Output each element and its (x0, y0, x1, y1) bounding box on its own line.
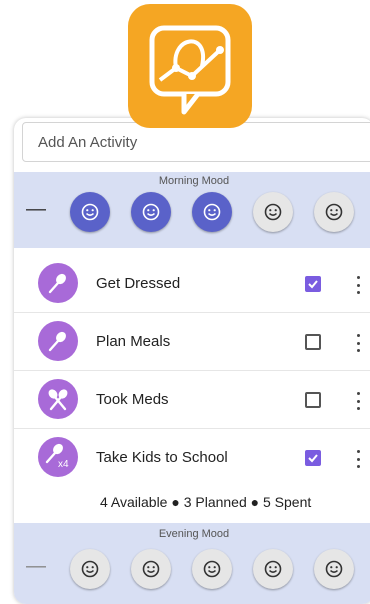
smiley-icon (142, 560, 160, 578)
activity-label: Get Dressed (96, 275, 181, 292)
activity-checkbox[interactable] (305, 450, 321, 466)
checkmark-icon (308, 454, 318, 463)
morning-mood-face-1[interactable] (70, 192, 110, 232)
morning-mood-collapse-button[interactable]: — (26, 198, 46, 221)
spoon-icon (48, 331, 66, 352)
evening-mood-title: Evening Mood (158, 528, 230, 540)
activity-summary: 4 Available ● 3 Planned ● 5 Spent (100, 494, 312, 510)
chart-speech-bubble-logo-icon (149, 25, 231, 115)
activity-icon-badge (38, 263, 78, 303)
activity-row-plan-meals[interactable]: Plan Meals (14, 313, 370, 371)
more-options-icon[interactable] (357, 450, 361, 468)
smiley-icon (81, 203, 99, 221)
smiley-icon (203, 560, 221, 578)
evening-mood-face-4[interactable] (253, 549, 293, 589)
smiley-icon (81, 560, 99, 578)
add-activity-input[interactable] (22, 122, 370, 162)
activity-icon-badge (38, 321, 78, 361)
smiley-icon (325, 560, 343, 578)
activity-row-get-dressed[interactable]: Get Dressed (14, 255, 370, 313)
smiley-icon (203, 203, 221, 221)
smiley-icon (325, 203, 343, 221)
evening-mood-face-2[interactable] (131, 549, 171, 589)
activity-multiplier-badge: x4 (58, 459, 69, 470)
activity-icon-badge (38, 379, 78, 419)
more-options-icon[interactable] (357, 276, 361, 294)
more-options-icon[interactable] (357, 334, 361, 352)
evening-mood-face-1[interactable] (70, 549, 110, 589)
activity-label: Plan Meals (96, 333, 171, 350)
activity-checkbox[interactable] (305, 276, 321, 292)
smiley-icon (264, 560, 282, 578)
crossed-spoons-icon (48, 389, 68, 411)
activity-card: Morning Mood — Get Dressed Plan Meals To… (14, 118, 370, 604)
smiley-icon (264, 203, 282, 221)
evening-mood-collapse-button[interactable]: — (26, 555, 46, 578)
activity-row-took-meds[interactable]: Took Meds (14, 371, 370, 429)
activity-icon-badge: x4 (38, 437, 78, 477)
more-options-icon[interactable] (357, 392, 361, 410)
activity-checkbox[interactable] (305, 392, 321, 408)
activity-label: Took Meds (96, 391, 169, 408)
spoon-icon (48, 273, 66, 294)
smiley-icon (142, 203, 160, 221)
morning-mood-face-5[interactable] (314, 192, 354, 232)
activity-label: Take Kids to School (96, 449, 228, 466)
morning-mood-face-2[interactable] (131, 192, 171, 232)
morning-mood-panel: Morning Mood — (14, 172, 370, 248)
activity-row-take-kids-to-school[interactable]: x4 Take Kids to School (14, 429, 370, 486)
app-logo (128, 4, 252, 128)
morning-mood-face-3[interactable] (192, 192, 232, 232)
evening-mood-face-3[interactable] (192, 549, 232, 589)
evening-mood-face-5[interactable] (314, 549, 354, 589)
evening-mood-panel: Evening Mood — (14, 523, 370, 604)
morning-mood-face-4[interactable] (253, 192, 293, 232)
morning-mood-title: Morning Mood (158, 175, 230, 187)
checkmark-icon (308, 280, 318, 289)
activity-checkbox[interactable] (305, 334, 321, 350)
